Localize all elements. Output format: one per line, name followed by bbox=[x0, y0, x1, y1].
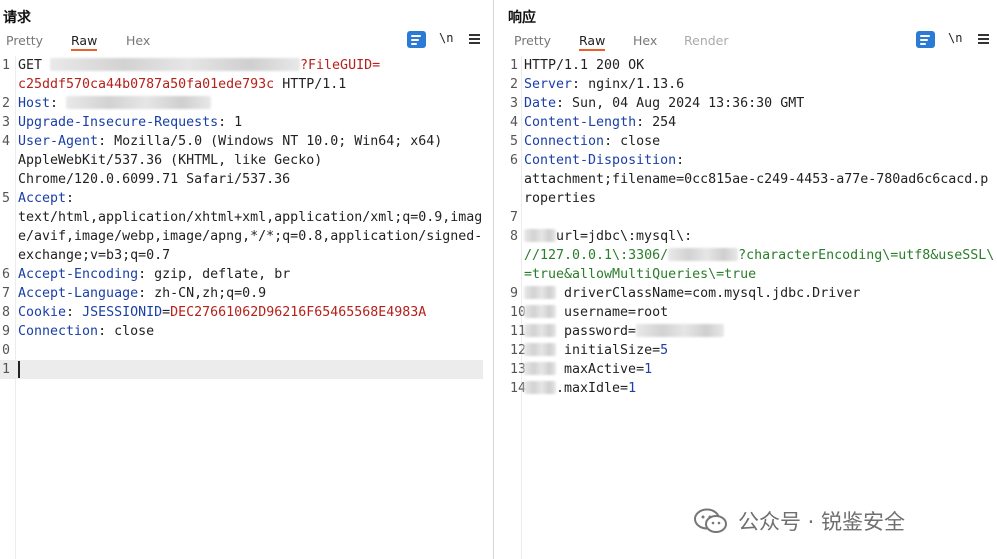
redacted-prefix bbox=[524, 305, 556, 318]
redacted-prefix bbox=[524, 362, 556, 375]
request-line: c25ddf570ca44b0787a50fa01ede793c HTTP/1.… bbox=[18, 77, 347, 92]
request-line: exchange;v=b3;q=0.7 bbox=[18, 248, 171, 263]
redacted-password bbox=[636, 324, 725, 337]
request-line: 9 Connection: close bbox=[2, 324, 155, 339]
show-newlines-button[interactable]: \n bbox=[948, 31, 962, 45]
response-toolbar: \n bbox=[916, 31, 996, 49]
request-line: 2 Host: bbox=[0, 94, 493, 113]
response-pane: 响应 Pretty Raw Hex Render \n 1 HTTP/1.1 20… bbox=[496, 0, 997, 559]
redacted-prefix bbox=[524, 286, 556, 299]
response-line: 4 Content-Length: 254 bbox=[510, 115, 677, 130]
text-cursor bbox=[18, 361, 20, 378]
redacted-prefix bbox=[524, 381, 556, 394]
redacted-path bbox=[50, 58, 301, 71]
response-line: 11 password= bbox=[508, 322, 997, 341]
request-line: 1 GET ?FileGUID= bbox=[2, 58, 381, 73]
response-line: 9 driverClassName=com.mysql.jdbc.Driver bbox=[510, 286, 861, 301]
response-line: 3 Date: Sun, 04 Aug 2024 13:36:30 GMT bbox=[510, 96, 805, 111]
redacted-database bbox=[668, 248, 739, 261]
request-line: 5 Accept: bbox=[2, 191, 75, 206]
redacted-host bbox=[66, 96, 212, 109]
response-line: 7 bbox=[510, 210, 519, 225]
request-toolbar: \n bbox=[407, 31, 487, 49]
response-line: 12 initialSize=5 bbox=[510, 343, 669, 358]
response-line: attachment;filename=0cc815ae-c249-4453-a… bbox=[524, 172, 989, 187]
redacted-prefix bbox=[524, 343, 556, 356]
request-line: 7 Accept-Language: zh-CN,zh;q=0.9 bbox=[2, 286, 267, 301]
response-editor[interactable]: 1 HTTP/1.1 200 OK 2 Server: nginx/1.13.6 3… bbox=[508, 56, 997, 559]
response-line: 8 url=jdbc\:mysql\: bbox=[510, 229, 693, 244]
request-tab-pretty[interactable]: Pretty bbox=[6, 33, 43, 48]
request-title: 请求 bbox=[3, 10, 31, 26]
request-line: 3 Upgrade-Insecure-Requests: 1 bbox=[2, 115, 243, 130]
request-pane: 请求 Pretty Raw Hex \n 1 GET ?FileGUID= c25… bbox=[0, 0, 494, 559]
response-line: =true&allowMultiQueries\=true bbox=[524, 267, 757, 282]
request-line: 0 bbox=[2, 343, 11, 358]
response-title: 响应 bbox=[508, 10, 536, 26]
request-line: 1 bbox=[0, 360, 493, 379]
request-line: text/html,application/xhtml+xml,applicat… bbox=[18, 210, 483, 225]
show-newlines-button[interactable]: \n bbox=[439, 31, 453, 45]
response-line: 10 username=root bbox=[510, 305, 669, 320]
response-tab-raw[interactable]: Raw bbox=[579, 33, 606, 51]
response-line: 2 Server: nginx/1.13.6 bbox=[510, 77, 685, 92]
response-tab-render[interactable]: Render bbox=[684, 33, 729, 48]
request-line: Chrome/120.0.6099.71 Safari/537.36 bbox=[18, 172, 291, 187]
wrap-lines-icon[interactable] bbox=[916, 31, 935, 48]
response-line: 1 HTTP/1.1 200 OK bbox=[510, 58, 645, 73]
request-line: AppleWebKit/537.36 (KHTML, like Gecko) bbox=[18, 153, 323, 168]
request-line: e/avif,image/webp,image/apng,*/*;q=0.8,a… bbox=[18, 229, 483, 244]
menu-icon[interactable] bbox=[978, 31, 990, 45]
watermark-text: 公众号 · 锐鉴安全 bbox=[738, 510, 906, 534]
response-tab-pretty[interactable]: Pretty bbox=[514, 33, 551, 48]
request-line: 8 Cookie: JSESSIONID=DEC27661062D96216F65… bbox=[2, 305, 427, 320]
redacted-prefix bbox=[524, 324, 556, 337]
request-line: 4 User-Agent: Mozilla/5.0 (Windows NT 10.… bbox=[2, 134, 443, 149]
response-line: 5 Connection: close bbox=[510, 134, 661, 149]
request-tab-raw[interactable]: Raw bbox=[71, 33, 98, 51]
response-line: //127.0.0.1\:3306/?characterEncoding\=ut… bbox=[524, 248, 995, 263]
response-line: 13 maxActive=1 bbox=[510, 362, 653, 377]
wechat-icon bbox=[694, 508, 727, 533]
response-line: 6 Content-Disposition: bbox=[510, 153, 685, 168]
response-line: roperties bbox=[524, 191, 597, 206]
response-line: 14 .maxIdle=1 bbox=[510, 381, 637, 396]
redacted-prefix bbox=[524, 229, 556, 242]
request-line: 6 Accept-Encoding: gzip, deflate, br bbox=[2, 267, 291, 282]
request-editor[interactable]: 1 GET ?FileGUID= c25ddf570ca44b0787a50fa0… bbox=[0, 56, 493, 559]
request-tab-hex[interactable]: Hex bbox=[126, 33, 150, 48]
wrap-lines-icon[interactable] bbox=[407, 31, 426, 48]
response-tab-hex[interactable]: Hex bbox=[633, 33, 657, 48]
menu-icon[interactable] bbox=[469, 31, 481, 45]
